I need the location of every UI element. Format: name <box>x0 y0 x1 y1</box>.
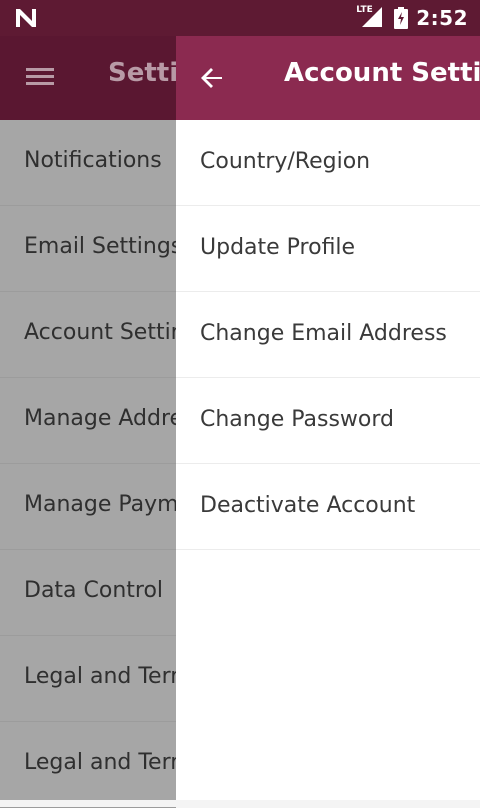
status-time: 2:52 <box>416 6 468 30</box>
settings-item-label: Legal and Terms <box>24 750 176 775</box>
list-item-country-region[interactable]: Country/Region <box>176 120 480 206</box>
list-item-change-password[interactable]: Change Password <box>176 378 480 464</box>
settings-list: Notifications Email Settings Account Set… <box>0 120 176 808</box>
settings-item-addresses[interactable]: Manage Addresses <box>0 378 176 464</box>
list-item-update-profile[interactable]: Update Profile <box>176 206 480 292</box>
settings-item-legal[interactable]: Legal and Terms <box>0 636 176 722</box>
list-item-change-email[interactable]: Change Email Address <box>176 292 480 378</box>
settings-item-label: Legal and Terms <box>24 664 176 689</box>
settings-item-notifications[interactable]: Notifications <box>0 120 176 206</box>
settings-item-email[interactable]: Email Settings <box>0 206 176 292</box>
list-item-label: Change Email Address <box>200 321 447 346</box>
list-item-label: Change Password <box>200 407 394 432</box>
settings-item-label: Email Settings <box>24 234 176 259</box>
n-logo-icon <box>14 7 38 29</box>
settings-item-label: Manage Payments <box>24 492 176 517</box>
status-bar: LTE 2:52 <box>0 0 480 36</box>
arrow-back-icon[interactable] <box>190 56 234 100</box>
hamburger-icon[interactable] <box>26 66 56 88</box>
settings-item-label: Manage Addresses <box>24 406 176 431</box>
account-settings-list: Country/Region Update Profile Change Ema… <box>176 120 480 800</box>
list-item-label: Country/Region <box>200 149 371 174</box>
list-item-label: Deactivate Account <box>200 493 416 518</box>
account-settings-toolbar: Account Settings <box>176 36 480 120</box>
settings-toolbar: Settings <box>0 36 176 120</box>
settings-item-data-control[interactable]: Data Control <box>0 550 176 636</box>
page-title: Account Settings <box>284 58 480 88</box>
signal-icon: LTE <box>356 5 386 29</box>
settings-item-legal-2[interactable]: Legal and Terms <box>0 722 176 808</box>
battery-charging-icon <box>394 7 409 29</box>
settings-item-account[interactable]: Account Settings <box>0 292 176 378</box>
settings-item-label: Notifications <box>24 148 162 173</box>
settings-item-label: Account Settings <box>24 320 176 345</box>
settings-item-payments[interactable]: Manage Payments <box>0 464 176 550</box>
settings-item-label: Data Control <box>24 578 164 603</box>
list-item-deactivate-account[interactable]: Deactivate Account <box>176 464 480 550</box>
list-item-label: Update Profile <box>200 235 356 260</box>
settings-title: Settings <box>108 58 176 88</box>
